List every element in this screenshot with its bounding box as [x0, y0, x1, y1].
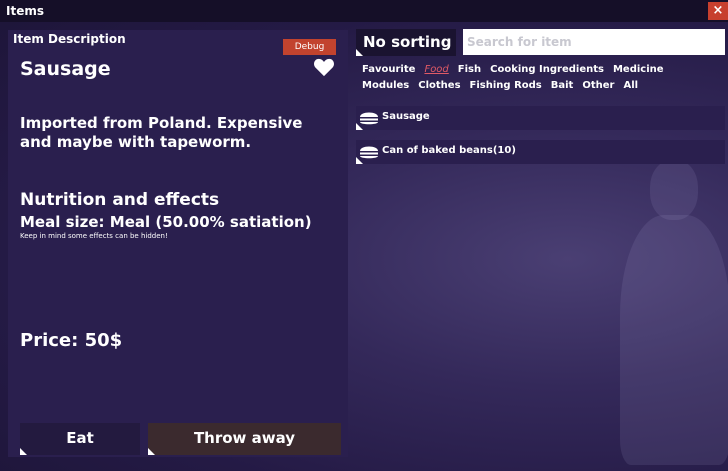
panel-header: Item Description	[13, 32, 126, 46]
search-input[interactable]	[463, 29, 725, 55]
filter-bait[interactable]: Bait	[551, 78, 574, 94]
category-filters: Favourite Food Fish Cooking Ingredients Medi…	[362, 62, 692, 94]
corner-decoration	[148, 448, 155, 455]
debug-tag[interactable]: Debug	[283, 39, 336, 55]
item-row-label: Can of baked beans(10)	[382, 145, 516, 156]
eat-button[interactable]: Eat	[20, 423, 140, 455]
item-price: Price: 50$	[20, 330, 123, 351]
filter-medicine[interactable]: Medicine	[613, 62, 664, 78]
throw-away-button-label: Throw away	[193, 429, 296, 447]
heart-icon[interactable]	[313, 57, 335, 77]
filter-other[interactable]: Other	[582, 78, 614, 94]
character-dress	[620, 215, 728, 465]
filter-clothes[interactable]: Clothes	[418, 78, 460, 94]
item-description: Imported from Poland. Expensive and mayb…	[20, 114, 303, 151]
character-silhouette	[650, 160, 698, 220]
filter-food[interactable]: Food	[424, 62, 448, 78]
item-row[interactable]: Sausage	[356, 106, 725, 130]
throw-away-button[interactable]: Throw away	[148, 423, 341, 455]
sorting-dropdown[interactable]: No sorting	[356, 29, 456, 56]
filter-modules[interactable]: Modules	[362, 78, 409, 94]
hidden-effects-hint: Keep in mind some effects can be hidden!	[20, 232, 168, 240]
filter-fish[interactable]: Fish	[458, 62, 481, 78]
corner-decoration	[356, 157, 363, 164]
filter-cooking-ingredients[interactable]: Cooking Ingredients	[490, 62, 604, 78]
filter-fishing-rods[interactable]: Fishing Rods	[470, 78, 542, 94]
sorting-label: No sorting	[363, 33, 452, 51]
window-titlebar: Items ×	[0, 0, 728, 22]
window-title: Items	[6, 4, 44, 18]
corner-decoration	[356, 49, 363, 56]
item-row[interactable]: Can of baked beans(10)	[356, 140, 725, 164]
filter-favourite[interactable]: Favourite	[362, 62, 415, 78]
meal-size: Meal size: Meal (50.00% satiation)	[20, 213, 312, 231]
nutrition-title: Nutrition and effects	[20, 190, 220, 210]
item-description-panel: Item Description Debug Sausage Imported …	[8, 30, 348, 457]
item-name: Sausage	[20, 58, 111, 80]
close-button[interactable]: ×	[708, 2, 728, 20]
corner-decoration	[20, 448, 27, 455]
corner-decoration	[356, 123, 363, 130]
eat-button-label: Eat	[66, 429, 94, 447]
filter-all[interactable]: All	[623, 78, 638, 94]
item-row-label: Sausage	[382, 111, 430, 122]
